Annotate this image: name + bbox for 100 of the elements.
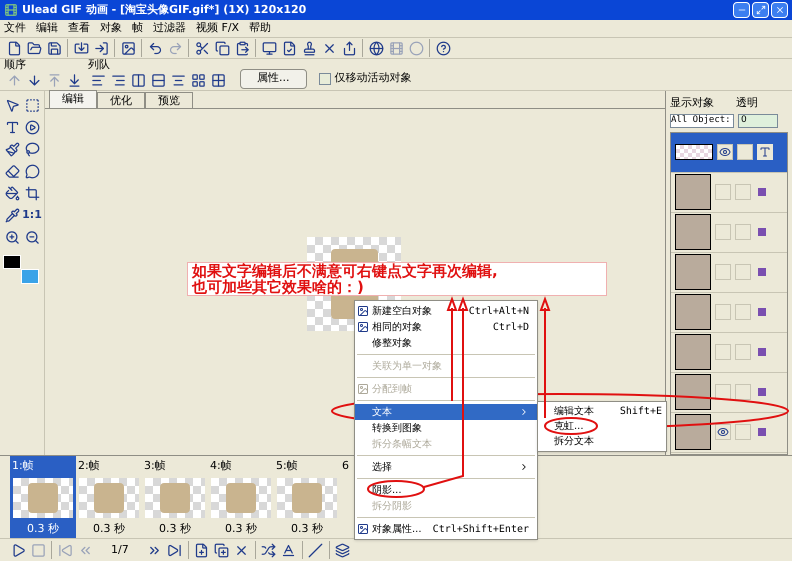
layer-row[interactable] <box>671 172 787 212</box>
checkbox-label: 仅移动活动对象 <box>334 70 412 86</box>
frame-label: 4:帧 <box>209 458 233 474</box>
menu-item[interactable]: 文件 <box>4 20 26 37</box>
photo-placeholder <box>675 174 711 210</box>
menu-item[interactable]: 帮助 <box>249 20 272 37</box>
photo-placeholder <box>675 294 711 330</box>
frame-delay: 0.3 秒 <box>159 520 191 536</box>
actual-size-button[interactable]: 1:1 <box>22 205 42 225</box>
text-thumbnail <box>675 144 713 160</box>
tab[interactable]: 编辑 <box>49 90 97 108</box>
lock-toggle[interactable] <box>735 424 751 440</box>
minimize-button[interactable] <box>733 2 750 18</box>
layer-row[interactable] <box>671 372 787 412</box>
image-type-icon <box>758 228 766 236</box>
menu-item[interactable]: 帧 <box>132 20 143 37</box>
foreground-color-swatch[interactable] <box>3 255 21 269</box>
checkbox[interactable] <box>318 72 330 84</box>
menu-item[interactable]: 转换到图象 <box>355 420 537 436</box>
lock-toggle[interactable] <box>737 144 753 160</box>
visibility-toggle[interactable] <box>715 424 731 440</box>
image-type-icon <box>758 308 766 316</box>
menu-item-icon <box>357 305 369 317</box>
image-type-icon <box>758 268 766 276</box>
annotation-note: 如果文字编辑后不满意可右键点文字再次编辑, 也可加些其它效果啥的：) <box>187 262 607 296</box>
frame-item[interactable]: 1:帧 0.3 秒 <box>10 456 76 538</box>
visibility-toggle[interactable] <box>715 184 731 200</box>
frame-item[interactable]: 2:帧 0.3 秒 <box>76 456 142 538</box>
layer-row[interactable] <box>671 212 787 252</box>
frame-item[interactable]: 5:帧 0.3 秒 <box>274 456 340 538</box>
frame-label: 6 <box>341 458 350 474</box>
restore-button[interactable] <box>752 2 769 18</box>
menu-item[interactable]: 查看 <box>68 20 90 37</box>
frame-item[interactable]: 3:帧 0.3 秒 <box>142 456 208 538</box>
layer-row[interactable] <box>671 252 787 292</box>
layer-row[interactable] <box>671 132 787 172</box>
visibility-toggle[interactable] <box>717 144 733 160</box>
visibility-toggle[interactable] <box>715 344 731 360</box>
menu-item[interactable]: 相同的对象 Ctrl+D <box>355 319 537 335</box>
frame-delay: 0.3 秒 <box>225 520 257 536</box>
properties-button[interactable]: 属性... <box>240 68 306 88</box>
frame-label: 5:帧 <box>275 458 299 474</box>
image-type-icon <box>758 428 766 436</box>
menu-item[interactable]: 编辑 <box>36 20 58 37</box>
photo-placeholder <box>675 414 711 450</box>
text-type-icon <box>757 144 773 160</box>
menu-item-icon <box>357 321 369 333</box>
menu-item-icon <box>357 383 369 395</box>
layer-row[interactable] <box>671 412 787 452</box>
menu-item[interactable]: 修整对象 <box>355 335 537 351</box>
menu-item[interactable]: 拆分文本 <box>538 434 666 449</box>
menu-item[interactable]: 文本 <box>355 404 537 420</box>
opacity-field[interactable]: 0 <box>738 114 778 128</box>
lock-toggle[interactable] <box>735 304 751 320</box>
menu-item[interactable]: 过滤器 <box>153 20 186 37</box>
tab[interactable]: 预览 <box>145 92 193 108</box>
show-objects-dropdown[interactable]: All Object: <box>670 114 734 128</box>
lock-toggle[interactable] <box>735 344 751 360</box>
frame-label: 3:帧 <box>143 458 167 474</box>
visibility-toggle[interactable] <box>715 224 731 240</box>
photo-placeholder <box>675 254 711 290</box>
image-type-icon <box>758 188 766 196</box>
frame-item[interactable]: 6 <box>340 456 351 538</box>
ellipse-mark <box>367 480 425 498</box>
menu-item[interactable]: 对象 <box>100 20 122 37</box>
menu-item[interactable]: 克虹... <box>538 419 666 434</box>
restore-icon <box>756 5 766 15</box>
photo-placeholder <box>13 478 73 518</box>
image-type-icon <box>758 348 766 356</box>
close-button[interactable] <box>771 2 788 18</box>
visibility-toggle[interactable] <box>715 384 731 400</box>
lock-toggle[interactable] <box>735 224 751 240</box>
menu-item[interactable]: 选择 <box>355 459 537 475</box>
lock-toggle[interactable] <box>735 264 751 280</box>
menu-item[interactable]: 视频 F/X <box>196 20 240 37</box>
frame-item[interactable]: 4:帧 0.3 秒 <box>208 456 274 538</box>
menu-item-icon <box>357 523 369 535</box>
frame-delay: 0.3 秒 <box>27 520 59 536</box>
frame-delay: 0.3 秒 <box>93 520 125 536</box>
background-color-swatch[interactable] <box>21 269 39 284</box>
align-label: 列队 <box>88 58 111 70</box>
photo-placeholder <box>675 334 711 370</box>
menu-item[interactable]: 新建空白对象 Ctrl+Alt+N <box>355 303 537 319</box>
menu-item[interactable]: 编辑文本 Shift+E <box>538 404 666 419</box>
layer-row[interactable] <box>671 292 787 332</box>
visibility-toggle[interactable] <box>715 264 731 280</box>
menu-item[interactable]: 对象属性... Ctrl+Shift+Enter <box>355 521 537 537</box>
order-label: 顺序 <box>4 58 27 70</box>
layer-row[interactable] <box>671 332 787 372</box>
frame-counter: 1/7 <box>111 542 129 558</box>
visibility-toggle[interactable] <box>715 304 731 320</box>
lock-toggle[interactable] <box>735 384 751 400</box>
frame-label: 1:帧 <box>11 458 35 474</box>
tab[interactable]: 优化 <box>97 92 145 108</box>
photo-placeholder <box>145 478 205 518</box>
show-objects-label: 显示对象 <box>670 95 714 111</box>
image-type-icon <box>758 388 766 396</box>
close-icon <box>774 5 784 15</box>
lock-toggle[interactable] <box>735 184 751 200</box>
app-film-icon <box>4 3 18 17</box>
